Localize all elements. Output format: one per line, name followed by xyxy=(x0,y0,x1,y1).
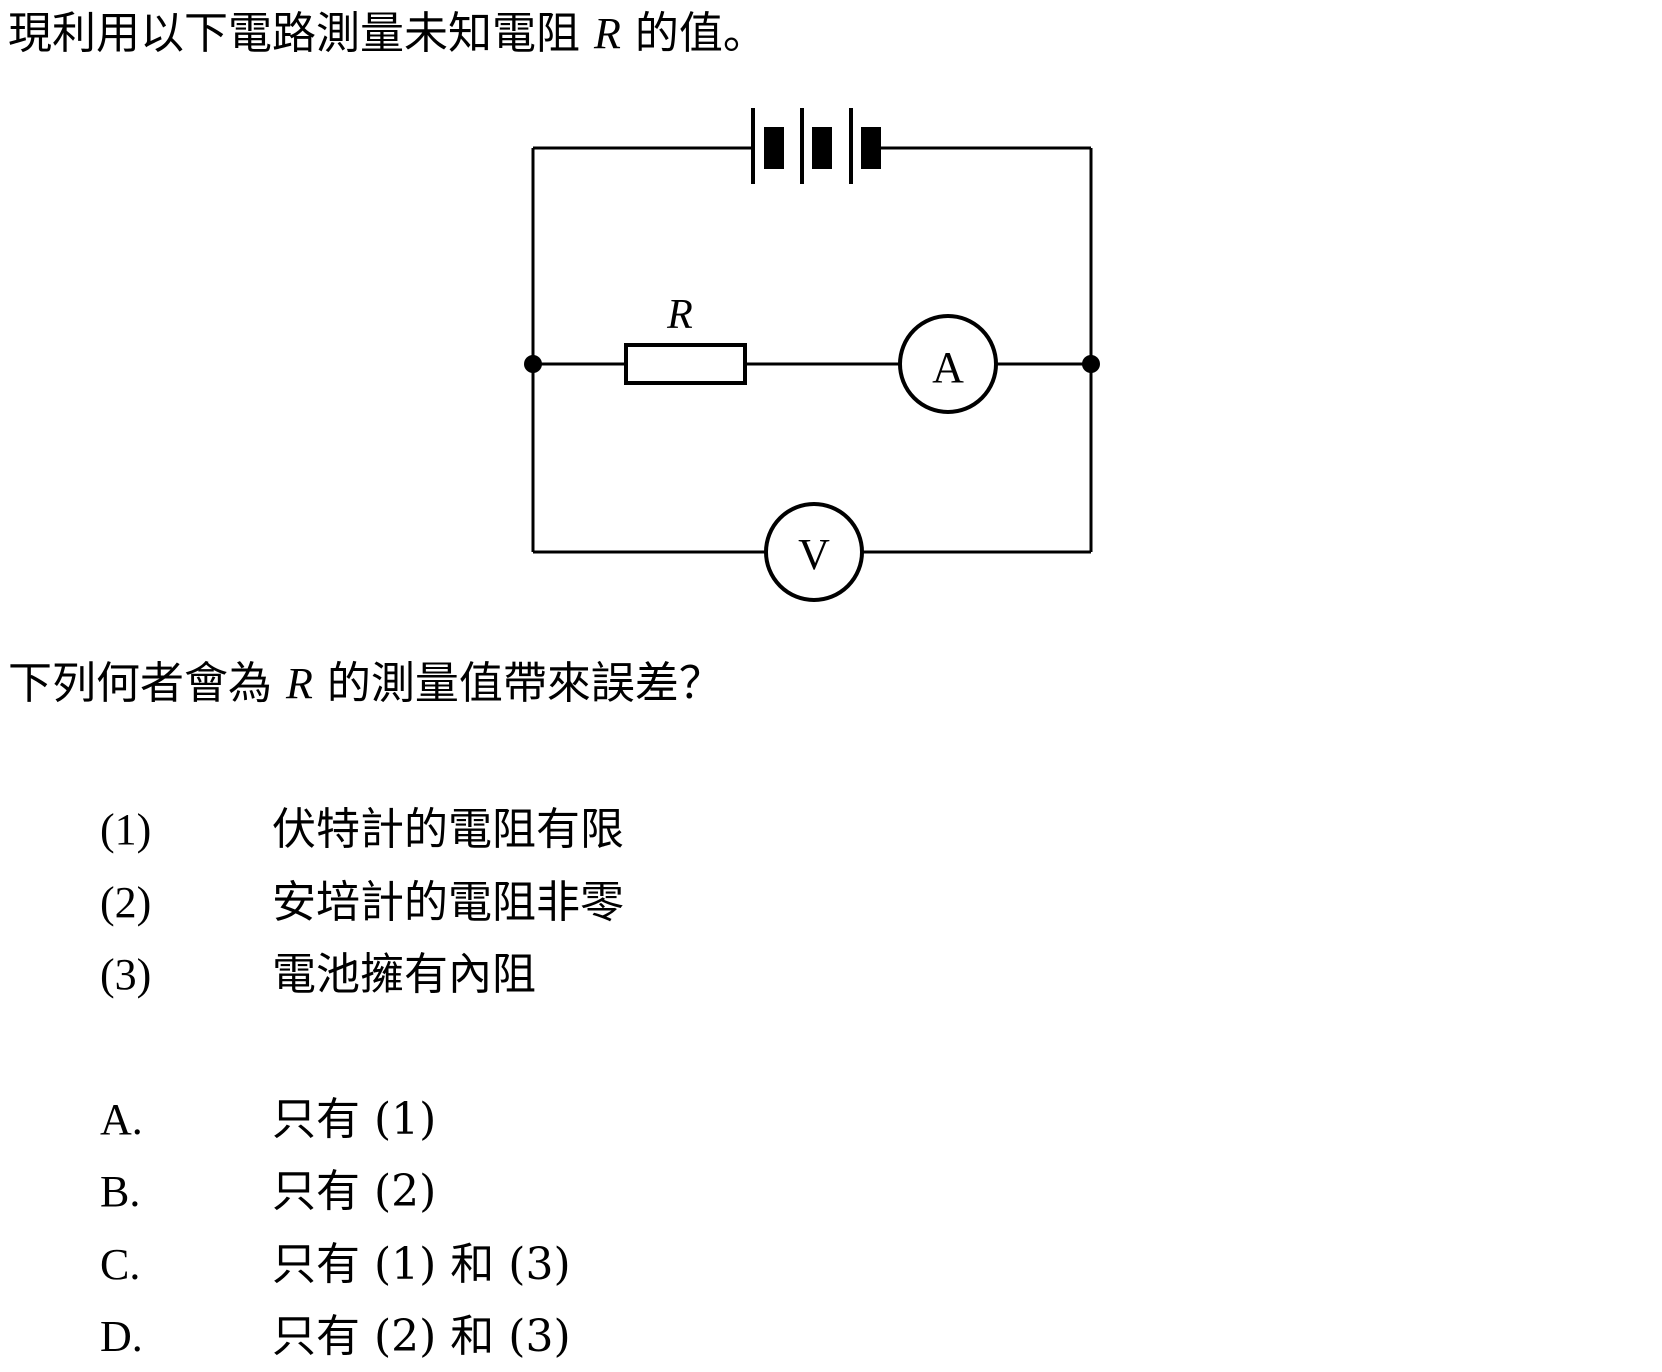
voltmeter-icon: V xyxy=(764,502,864,602)
circuit-wires xyxy=(531,146,1093,554)
statement-text: 安培計的電阻非零 xyxy=(272,877,624,928)
question-after: 的測量值帶來誤差？ xyxy=(326,658,723,709)
ammeter-icon: A xyxy=(898,314,998,414)
junction-left-dot xyxy=(524,355,542,373)
ammeter-label: A xyxy=(932,343,964,392)
junction-right-dot xyxy=(1082,355,1100,373)
option-text: 只有 (2) 和 (3) xyxy=(272,1311,571,1362)
statement-number: (1) xyxy=(100,805,152,854)
circuit-diagram: R A V xyxy=(524,108,1100,602)
statement-number: (3) xyxy=(100,950,152,999)
option-text: 只有 (1) 和 (3) xyxy=(272,1239,571,1290)
question-before: 下列何者會為 xyxy=(8,658,272,709)
statement-number: (2) xyxy=(100,878,152,927)
question-text: 下列何者會為 R 的測量值帶來誤差？ xyxy=(8,656,723,712)
option-letter: D. xyxy=(100,1312,143,1361)
option-text: 只有 (1) xyxy=(272,1094,437,1145)
voltmeter-label: V xyxy=(798,530,830,579)
option-letter: B. xyxy=(100,1167,141,1216)
option-text: 只有 (2) xyxy=(272,1166,437,1217)
resistor-icon xyxy=(624,343,747,385)
battery-icon xyxy=(751,108,881,184)
question-variable: R xyxy=(286,659,313,708)
option-letter: A. xyxy=(100,1095,143,1144)
resistor-label: R xyxy=(666,292,693,338)
statement-text: 電池擁有內阻 xyxy=(272,949,536,1000)
statement-text: 伏特計的電阻有限 xyxy=(272,804,624,855)
option-letter: C. xyxy=(100,1240,141,1289)
